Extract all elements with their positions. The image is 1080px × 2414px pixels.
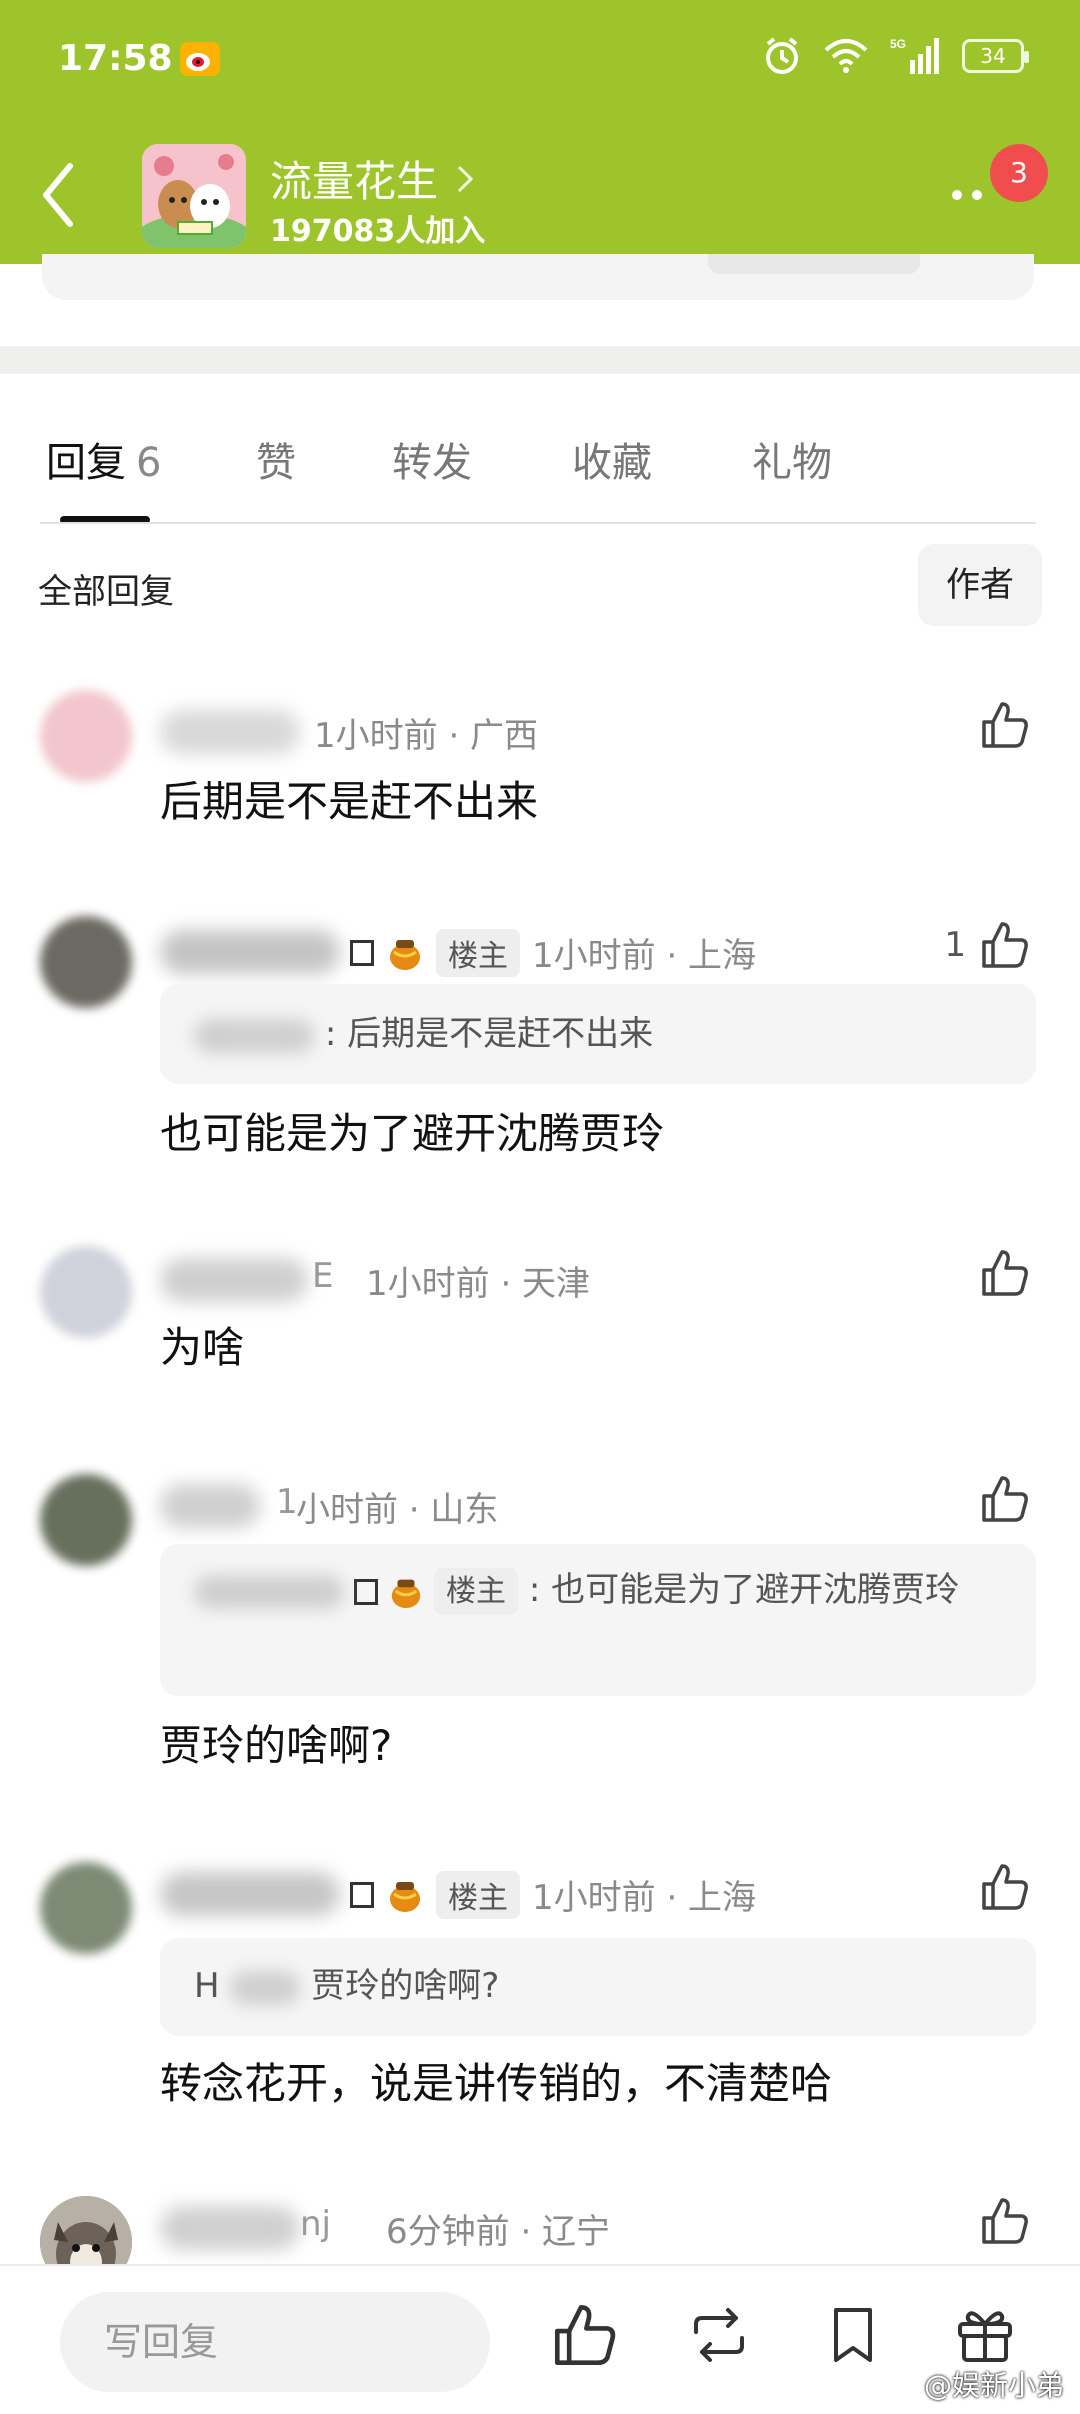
chevron-right-icon: [457, 165, 474, 192]
gift-icon[interactable]: [952, 2302, 1018, 2368]
tab-favorites[interactable]: 收藏: [572, 430, 652, 488]
weibo-icon: [888, 2372, 917, 2396]
tab-count: 6: [136, 440, 162, 486]
status-time: 17:58: [58, 38, 173, 79]
group-name: 流量花生: [270, 157, 439, 206]
op-tag: 楼主: [436, 1870, 520, 1919]
author-filter-button[interactable]: 作者: [918, 544, 1042, 626]
comment-meta: 1小时前 · 上海: [532, 1878, 757, 1918]
comment-text: 转念花开，说是讲传销的，不清楚哈: [160, 2059, 833, 2108]
quoted-reply[interactable]: H 贾玲的啥啊?: [160, 1938, 1036, 2036]
username-blurred[interactable]: [160, 710, 300, 754]
quoted-reply[interactable]: 楼主 : 也可能是为了避开沈腾贾玲: [160, 1544, 1036, 1696]
username-blurred[interactable]: [160, 1872, 340, 1916]
like-count: 1: [944, 925, 966, 965]
quoted-author: 楼主: [194, 1567, 518, 1616]
quoted-username-blurred: [194, 1018, 314, 1053]
username-blurred[interactable]: [160, 2206, 300, 2250]
like-button[interactable]: [980, 2196, 1030, 2246]
reply-tabs: 回复 6 赞 转发 收藏 礼物: [0, 420, 1080, 526]
comment-meta: 小时前 · 山东: [296, 1490, 499, 1530]
honey-pot-icon: [390, 939, 420, 970]
status-icons: 5G 34: [762, 36, 1029, 76]
wifi-icon: [824, 39, 868, 73]
like-icon: [982, 1250, 1028, 1296]
svg-text:5G: 5G: [890, 37, 906, 51]
like-button[interactable]: [980, 1474, 1030, 1524]
avatar[interactable]: [40, 916, 132, 1008]
peanut-mascot-icon: [142, 144, 246, 248]
quoted-reply[interactable]: : 后期是不是赶不出来: [160, 984, 1036, 1084]
more-icon[interactable]: [952, 190, 982, 200]
watermark-text: @娱新小弟: [923, 2369, 1064, 2402]
like-button[interactable]: [980, 1248, 1030, 1298]
honey-pot-icon: [390, 1881, 420, 1912]
badge-square-icon: [350, 1881, 374, 1908]
post-card-pill: [708, 254, 920, 274]
tab-likes[interactable]: 赞: [256, 430, 296, 488]
like-icon: [982, 922, 1028, 968]
comment-meta-row: 楼主 1小时前 · 上海: [350, 1870, 756, 1919]
username-blurred[interactable]: [160, 930, 340, 974]
quoted-text: : 后期是不是赶不出来: [324, 1014, 654, 1054]
username-tail: E: [312, 1256, 334, 1296]
bookmark-icon[interactable]: [820, 2302, 886, 2368]
battery-indicator: 34: [962, 39, 1029, 73]
tab-gifts[interactable]: 礼物: [752, 430, 832, 488]
back-icon[interactable]: [38, 160, 78, 230]
like-icon: [982, 1864, 1028, 1910]
comment-meta: 1小时前 · 天津: [366, 1264, 591, 1304]
op-tag: 楼主: [434, 1567, 518, 1616]
like-icon: [982, 2198, 1028, 2244]
alarm-icon: [766, 37, 798, 74]
quoted-text: 贾玲的啥啊?: [311, 1966, 500, 2006]
quoted-head: H: [194, 1966, 220, 2006]
top-bar: 17:58 5G 34 流量花生 197083人加入 3: [0, 0, 1080, 264]
repost-icon[interactable]: [686, 2302, 752, 2368]
avatar[interactable]: [40, 1474, 132, 1566]
avatar[interactable]: [40, 1246, 132, 1338]
avatar[interactable]: [40, 1862, 132, 1954]
comment-meta: 6分钟前 · 辽宁: [386, 2212, 611, 2252]
tab-label: 回复: [46, 440, 126, 486]
weibo-icon: [180, 42, 220, 76]
tab-replies[interactable]: 回复 6: [46, 430, 161, 488]
group-member-count: 197083人加入: [270, 214, 486, 249]
quoted-text: : 也可能是为了避开沈腾贾玲: [528, 1570, 960, 1610]
tabs-divider: [40, 522, 1036, 524]
notification-badge: 3: [990, 144, 1048, 202]
username-blurred[interactable]: [160, 1258, 308, 1302]
group-title[interactable]: 流量花生: [270, 148, 474, 209]
username-tail: nj: [300, 2204, 331, 2244]
watermark: @娱新小弟: [888, 2364, 1064, 2404]
comment-text: 也可能是为了避开沈腾贾玲: [160, 1109, 665, 1158]
quoted-username-blurred: [194, 1574, 344, 1609]
honey-pot-icon: [391, 1579, 421, 1608]
comment-meta: 1小时前 · 广西: [314, 716, 539, 756]
comment-text: 后期是不是赶不出来: [160, 777, 539, 826]
username-tail: 1: [276, 1482, 298, 1522]
badge-square-icon: [354, 1578, 378, 1605]
comment-meta-row: 楼主 1小时前 · 上海: [350, 928, 756, 977]
section-divider: [0, 346, 1080, 374]
badge-square-icon: [350, 939, 374, 966]
signal-icon: 5G: [890, 37, 939, 74]
like-icon[interactable]: [552, 2302, 618, 2368]
tab-reposts[interactable]: 转发: [392, 430, 472, 488]
like-icon: [982, 1476, 1028, 1522]
username-blurred[interactable]: [160, 1484, 260, 1528]
comment-meta: 1小时前 · 上海: [532, 936, 757, 976]
like-button[interactable]: [980, 1862, 1030, 1912]
comment-text: 贾玲的啥啊?: [160, 1721, 393, 1770]
all-replies-label[interactable]: 全部回复: [38, 564, 174, 613]
like-button[interactable]: 1: [944, 920, 1030, 970]
group-avatar[interactable]: [142, 144, 246, 248]
like-icon: [982, 702, 1028, 748]
reply-input[interactable]: 写回复: [60, 2292, 490, 2392]
like-button[interactable]: [980, 700, 1030, 750]
op-tag: 楼主: [436, 928, 520, 977]
comment-text: 为啥: [160, 1323, 245, 1372]
quoted-username-blurred: [230, 1970, 301, 2005]
avatar[interactable]: [40, 690, 132, 782]
